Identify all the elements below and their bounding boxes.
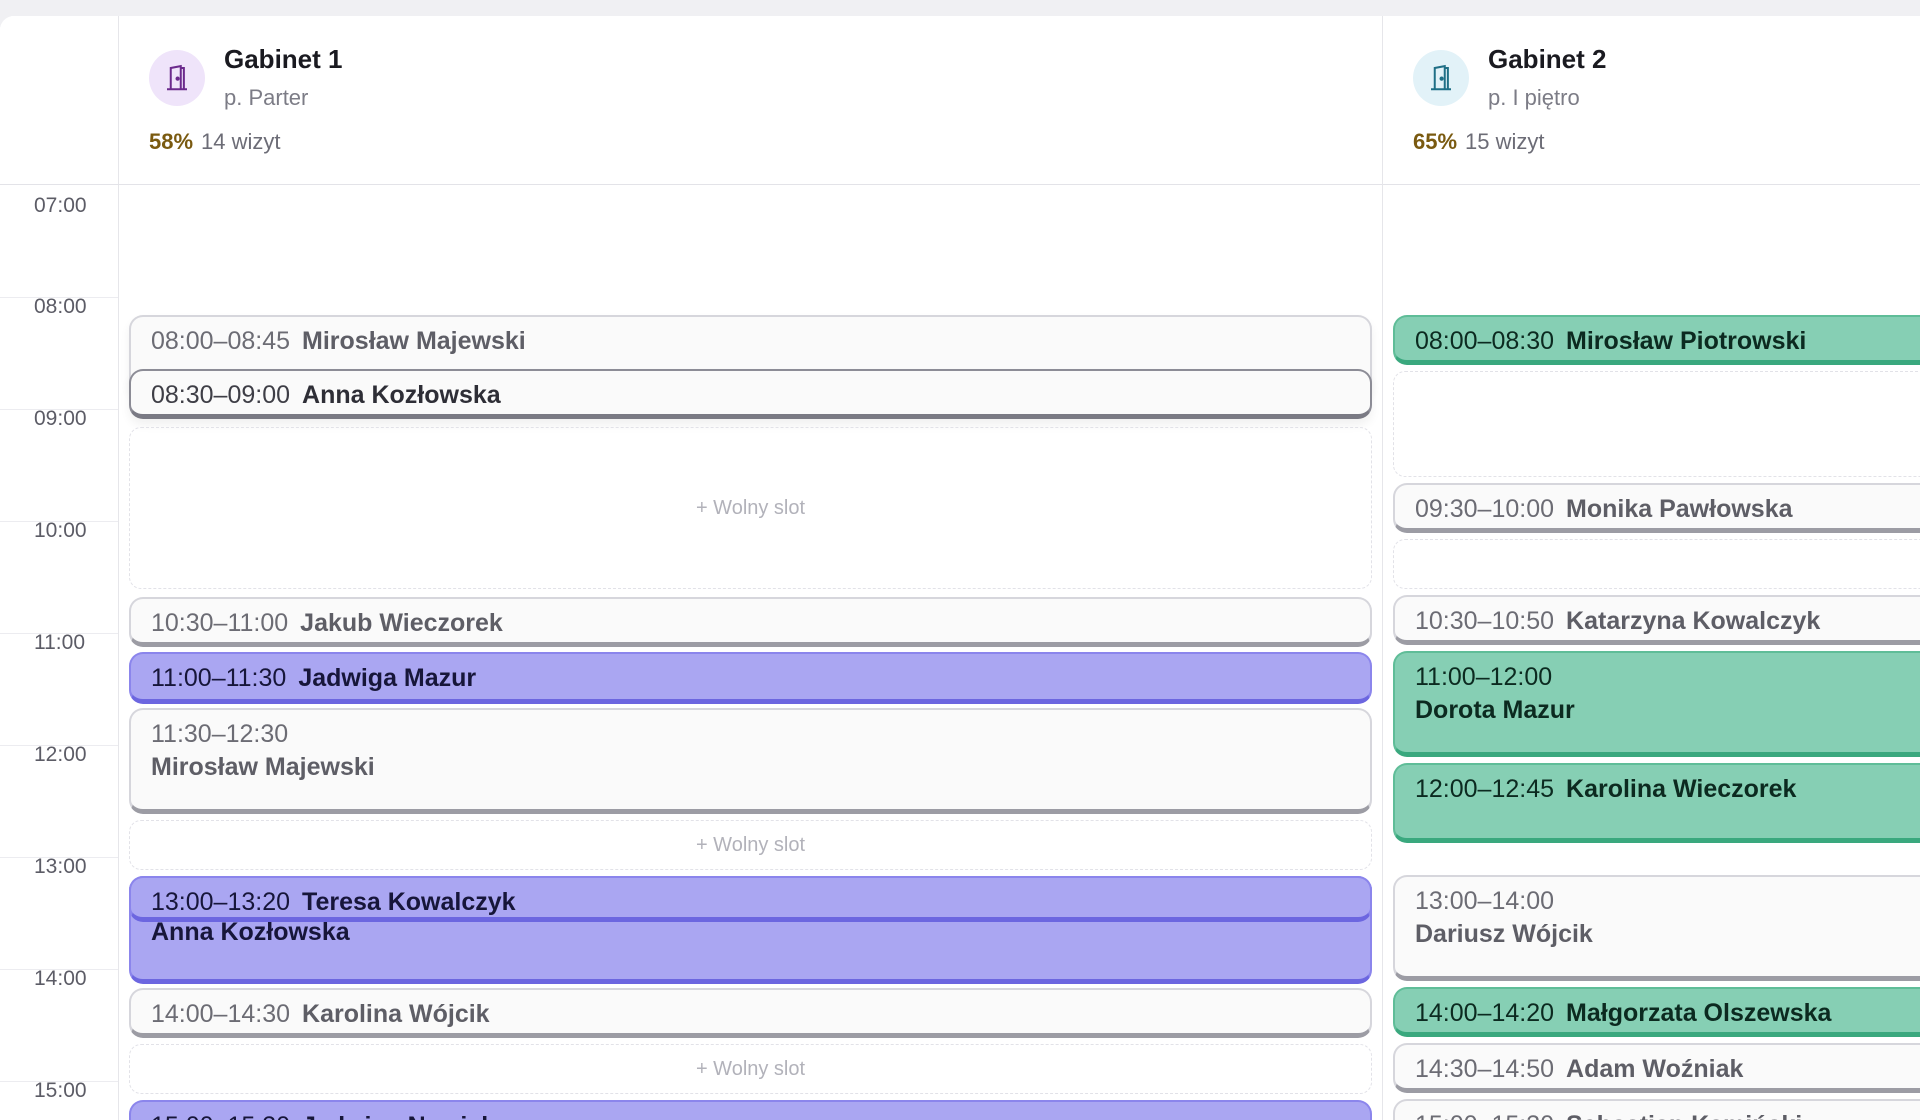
visit-count: 14 wizyt (201, 129, 281, 154)
patient-name: Sebastian Kamiński (1566, 1111, 1802, 1120)
patient-name: Adam Woźniak (1566, 1055, 1744, 1083)
appointment-time: 12:00–12:45 (1415, 775, 1555, 803)
free-slot[interactable]: + Wolny slot (129, 1044, 1372, 1094)
patient-name: Anna Kozłowska (302, 381, 501, 409)
time-label: 08:00 (34, 295, 87, 318)
time-column: 07:00 08:00 09:00 10:00 11:00 12:00 13:0… (0, 16, 119, 1120)
appointment-card[interactable]: 08:00–08:30 Mirosław Piotrowski (1393, 315, 1920, 365)
appointment-time: 11:00–12:00 (1415, 663, 1553, 691)
patient-name: Mirosław Piotrowski (1566, 327, 1807, 355)
occupancy-percent: 65% (1413, 129, 1458, 154)
patient-name: Jadwiga Mazur (298, 664, 477, 692)
appointment-card[interactable]: 09:30–10:00 Monika Pawłowska (1393, 483, 1920, 533)
patient-name: Jadwiga Nowicka (302, 1112, 509, 1120)
appointment-time: 08:00–08:30 (1415, 327, 1555, 355)
appointment-time: 11:30–12:30 (151, 720, 289, 748)
time-label: 15:00 (34, 1079, 87, 1102)
patient-name: Mirosław Majewski (151, 753, 375, 781)
occupancy-percent: 58% (149, 129, 194, 154)
appointment-card[interactable]: 14:00–14:30 Karolina Wójcik (129, 988, 1372, 1038)
time-label: 07:00 (34, 194, 87, 217)
appointment-card[interactable]: 15:00–15:30 Jadwiga Nowicka (129, 1100, 1372, 1120)
appointment-time: 13:00–14:00 (1415, 887, 1555, 915)
appointment-card[interactable]: 13:00–13:20 Teresa Kowalczyk (129, 876, 1372, 922)
free-slot[interactable]: + Wolny slot (129, 820, 1372, 870)
room-floor: p. I piętro (1488, 85, 1580, 110)
patient-name: Karolina Wójcik (302, 1000, 490, 1028)
patient-name: Teresa Kowalczyk (302, 888, 516, 916)
time-label: 14:00 (34, 967, 87, 990)
patient-name: Dorota Mazur (1415, 696, 1575, 724)
appointment-time: 11:00–11:30 (151, 664, 287, 692)
free-slot[interactable] (1393, 371, 1920, 477)
time-label: 11:00 (34, 631, 85, 654)
patient-name: Jakub Wieczorek (300, 609, 503, 637)
patient-name: Anna Kozłowska (151, 918, 350, 946)
appointment-time: 13:00–13:20 (151, 888, 291, 916)
appointment-card[interactable]: 15:00–15:30 Sebastian Kamiński (1393, 1099, 1920, 1120)
free-slot[interactable]: + Wolny slot (129, 427, 1372, 589)
appointment-card[interactable]: 11:00–12:00 Dorota Mazur (1393, 651, 1920, 757)
appointment-card[interactable]: 14:00–14:20 Małgorzata Olszewska (1393, 987, 1920, 1037)
door-icon (1413, 50, 1469, 106)
patient-name: Mirosław Majewski (302, 327, 526, 355)
appointment-time: 10:30–11:00 (151, 609, 289, 637)
time-label: 12:00 (34, 743, 87, 766)
appointment-time: 15:00–15:30 (151, 1112, 290, 1120)
appointment-time: 10:30–10:50 (1415, 607, 1555, 635)
appointment-card[interactable]: 08:30–09:00 Anna Kozłowska (129, 369, 1372, 419)
appointment-card[interactable]: 13:00–14:00 Dariusz Wójcik (1393, 875, 1920, 981)
free-slot[interactable] (1393, 539, 1920, 589)
patient-name: Katarzyna Kowalczyk (1566, 607, 1821, 635)
patient-name: Dariusz Wójcik (1415, 920, 1593, 948)
room-stats: 58% 14 wizyt (149, 129, 281, 155)
door-icon (149, 50, 205, 106)
patient-name: Małgorzata Olszewska (1566, 999, 1832, 1027)
room-title: Gabinet 1 (224, 44, 343, 74)
room-stats: 65% 15 wizyt (1413, 129, 1545, 155)
appointment-time: 08:30–09:00 (151, 381, 291, 409)
room-column-gabinet-1: 08:00–08:45 Mirosław Majewski 08:30–09:00… (119, 185, 1382, 1120)
appointment-time: 08:00–08:45 (151, 327, 291, 355)
room-title: Gabinet 2 (1488, 44, 1607, 74)
appointment-card[interactable]: 12:00–12:45 Karolina Wieczorek (1393, 763, 1920, 843)
visit-count: 15 wizyt (1465, 129, 1545, 154)
appointment-time: 14:00–14:20 (1415, 999, 1555, 1027)
patient-name: Karolina Wieczorek (1566, 775, 1797, 803)
appointment-card[interactable]: 11:30–12:30 Mirosław Majewski (129, 708, 1372, 814)
time-label: 13:00 (34, 855, 87, 878)
patient-name: Monika Pawłowska (1566, 495, 1793, 523)
appointment-card[interactable]: 10:30–11:00 Jakub Wieczorek (129, 597, 1372, 647)
time-label: 09:00 (34, 407, 87, 430)
appointment-time: 09:30–10:00 (1415, 495, 1555, 523)
room-header-gabinet-2[interactable]: Gabinet 2 p. I piętro 65% 15 wizyt (1383, 16, 1920, 184)
time-label: 10:00 (34, 519, 87, 542)
appointment-time: 14:00–14:30 (151, 1000, 291, 1028)
appointment-card[interactable]: 10:30–10:50 Katarzyna Kowalczyk (1393, 595, 1920, 645)
appointment-card[interactable]: 11:00–11:30 Jadwiga Mazur (129, 652, 1372, 704)
room-column-gabinet-2: 08:00–08:30 Mirosław Piotrowski 09:30–10:… (1383, 185, 1920, 1120)
room-header-gabinet-1[interactable]: Gabinet 1 p. Parter 58% 14 wizyt (119, 16, 1382, 184)
room-floor: p. Parter (224, 85, 309, 110)
appointment-time: 14:30–14:50 (1415, 1055, 1555, 1083)
schedule-frame: 07:00 08:00 09:00 10:00 11:00 12:00 13:0… (0, 16, 1920, 1120)
appointment-card[interactable]: 14:30–14:50 Adam Woźniak (1393, 1043, 1920, 1093)
appointment-time: 15:00–15:30 (1415, 1111, 1554, 1120)
